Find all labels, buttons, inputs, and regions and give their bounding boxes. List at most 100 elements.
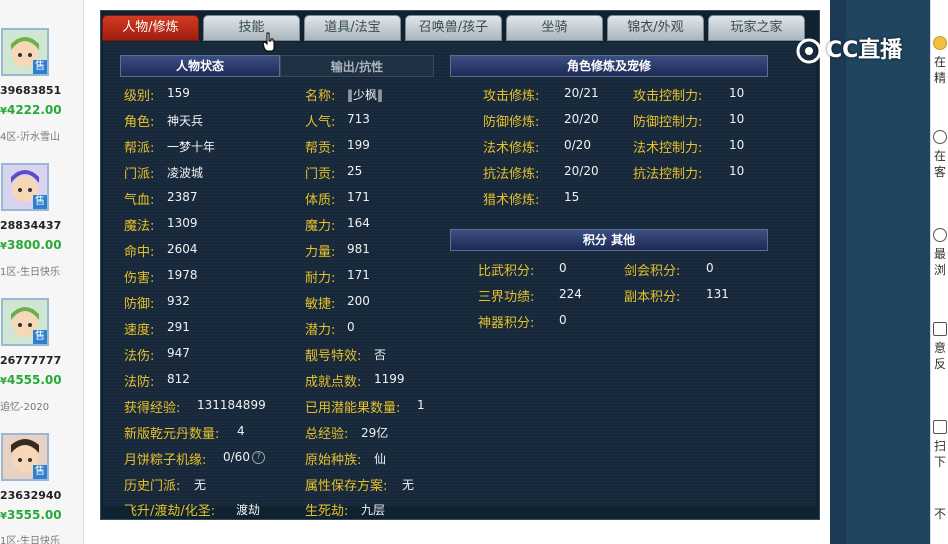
stat-label: 法防: — [124, 375, 155, 390]
section-header-cultivation: 角色修炼及宠修 — [450, 55, 768, 77]
sidebar-label: 在 客 — [933, 149, 946, 179]
stat-label: 抗法修炼: — [483, 167, 540, 182]
stat-value: 1309 — [167, 216, 198, 230]
tab-content: 人物状态 输出/抗性 级别: 159 角色: 神天兵 帮派: 一梦十年 门派: … — [103, 42, 816, 519]
stat-value: 0/20 — [564, 138, 591, 152]
stat-value: 15 — [564, 190, 580, 204]
stream-border — [830, 0, 846, 544]
stat-label: 法伤: — [124, 349, 155, 364]
edit-icon — [933, 322, 947, 336]
stat-value: 0/60? — [223, 450, 265, 464]
stat-label: 三界功绩: — [478, 290, 535, 305]
stat-label: 抗法控制力: — [633, 167, 703, 182]
stat-value: 2604 — [167, 242, 198, 256]
stat-label: 帮贡: — [305, 141, 336, 156]
stat-value: 0 — [347, 320, 355, 334]
seller-id: 39683851 — [0, 84, 62, 97]
price-value: 3800.00 — [6, 238, 62, 252]
stat-label: 历史门派: — [124, 479, 181, 494]
stat-label: 新版乾元丹数量: — [124, 427, 220, 442]
sidebar-label: 最 浏 — [933, 247, 946, 277]
stat-value: 一梦十年 — [167, 140, 216, 154]
stat-label: 生死劫: — [305, 504, 349, 519]
stat-label: 帮派: — [124, 141, 155, 156]
stat-label: 防御修炼: — [483, 115, 540, 130]
avatar[interactable]: 售 — [1, 28, 49, 76]
divider — [84, 0, 100, 544]
stat-value: 131184899 — [197, 398, 266, 412]
price-value: 4555.00 — [6, 373, 62, 387]
sale-badge: 售 — [33, 60, 47, 74]
stat-label: 猎术修炼: — [483, 193, 540, 208]
seller-id: 28834437 — [0, 219, 62, 232]
stat-value: 10 — [729, 164, 745, 178]
stat-label: 伤害: — [124, 271, 155, 286]
stat-label: 法术修炼: — [483, 141, 540, 156]
stat-value: 164 — [347, 216, 370, 230]
stat-value: 199 — [347, 138, 370, 152]
stat-value: 981 — [347, 242, 370, 256]
stat-label: 门派: — [124, 167, 155, 182]
sidebar-item-service[interactable]: 在 客 — [931, 130, 948, 180]
stat-value: 224 — [559, 287, 582, 301]
stat-value: 渡劫 — [236, 503, 261, 517]
sidebar-label: 在 精 — [933, 55, 946, 85]
avatar[interactable]: 售 — [1, 163, 49, 211]
stat-value: 200 — [347, 294, 370, 308]
clock-icon — [933, 228, 947, 242]
stat-value: 932 — [167, 294, 190, 308]
stat-value: 1978 — [167, 268, 198, 282]
stat-label: 防御: — [124, 297, 155, 312]
qr-code-icon — [933, 420, 947, 434]
seller-price: ¥3800.00 — [0, 238, 62, 252]
stat-value: 10 — [729, 138, 745, 152]
stat-value: 无 — [402, 478, 415, 492]
sidebar-item-feedback[interactable]: 意 反 — [931, 322, 948, 372]
stat-label: 门贡: — [305, 167, 336, 182]
stat-label: 属性保存方案: — [305, 479, 388, 494]
avatar[interactable]: 售 — [1, 298, 49, 346]
stream-background — [846, 0, 930, 544]
sidebar-item-more[interactable]: 不 — [931, 506, 948, 522]
section-header-points: 积分 其他 — [450, 229, 768, 251]
sidebar-item-recent[interactable]: 最 浏 — [931, 228, 948, 278]
avatar[interactable]: 售 — [1, 433, 49, 481]
stat-label: 体质: — [305, 193, 336, 208]
tab-mounts[interactable]: 坐骑 — [506, 15, 603, 41]
stat-value: 20/20 — [564, 112, 599, 126]
tab-character[interactable]: 人物/修炼 — [102, 15, 199, 41]
stat-value: 神天兵 — [167, 114, 204, 128]
stat-label: 总经验: — [305, 427, 349, 442]
tab-outfits[interactable]: 锦衣/外观 — [607, 15, 704, 41]
help-icon[interactable]: ? — [251, 451, 265, 464]
stat-value: 20/20 — [564, 164, 599, 178]
sidebar-item-online[interactable]: 在 精 — [931, 36, 948, 86]
stat-label: 魔法: — [124, 219, 155, 234]
sidebar-label: 意 反 — [933, 341, 946, 371]
chat-icon — [933, 130, 947, 144]
stat-label: 飞升/渡劫/化圣: — [124, 504, 216, 519]
price-value: 4222.00 — [6, 103, 62, 117]
stat-value: 0 — [706, 261, 714, 275]
section-header-status[interactable]: 人物状态 — [120, 55, 280, 77]
stat-value: 1 — [417, 398, 425, 412]
cc-live-logo-icon — [796, 38, 822, 64]
section-header-output-resist[interactable]: 输出/抗性 — [280, 55, 434, 77]
tab-bar: 人物/修炼 技能 道具/法宝 召唤兽/孩子 坐骑 锦衣/外观 玩家之家 — [102, 15, 818, 41]
stat-label: 力量: — [305, 245, 336, 260]
tab-player-home[interactable]: 玩家之家 — [708, 15, 805, 41]
stat-label: 名称: — [305, 89, 336, 104]
stat-label: 人气: — [305, 115, 336, 130]
tab-pets[interactable]: 召唤兽/孩子 — [405, 15, 502, 41]
smile-icon — [933, 36, 947, 50]
tab-skills[interactable]: 技能 — [203, 15, 300, 41]
stat-value: 4 — [237, 424, 245, 438]
stat-label: 攻击修炼: — [483, 89, 540, 104]
sidebar-label: 扫 下 — [933, 439, 946, 469]
tab-items[interactable]: 道具/法宝 — [304, 15, 401, 41]
stat-label: 获得经验: — [124, 401, 181, 416]
right-sidebar: 在 精 在 客 最 浏 意 反 扫 下 不 — [930, 0, 948, 544]
seller-id: 23632940 — [0, 489, 62, 502]
stat-value: 2387 — [167, 190, 198, 204]
sidebar-item-scan[interactable]: 扫 下 — [931, 420, 948, 470]
